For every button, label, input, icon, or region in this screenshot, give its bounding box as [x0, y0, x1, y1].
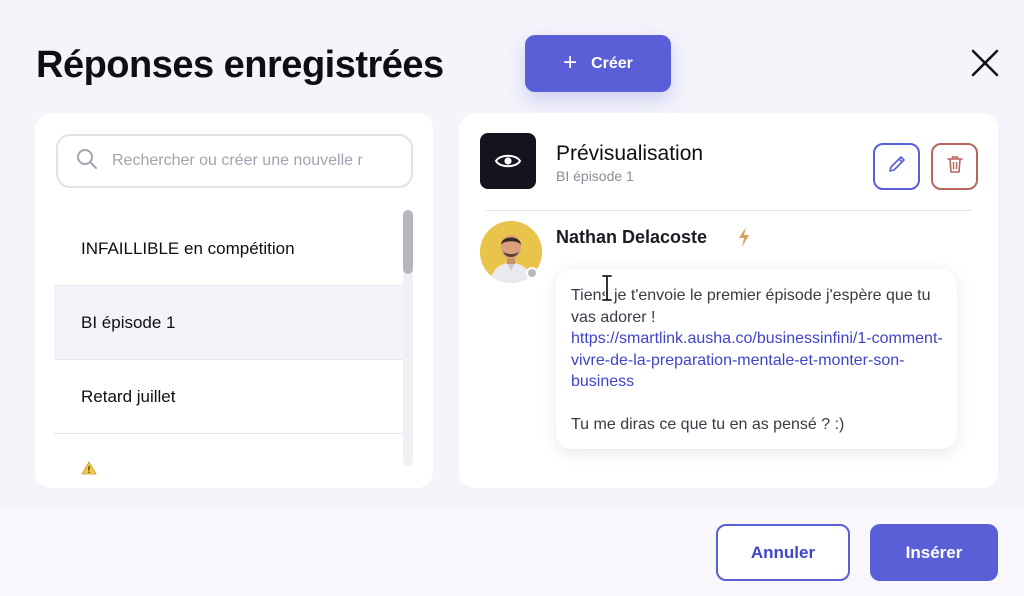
- list-item-label: INFAILLIBLE en compétition: [81, 238, 295, 258]
- preview-title: Prévisualisation: [556, 142, 704, 165]
- list-item-selected[interactable]: BI épisode 1: [54, 286, 404, 360]
- list-scrollbar[interactable]: [403, 210, 413, 466]
- list-item[interactable]: Retard juillet: [54, 360, 404, 434]
- search-icon: [76, 148, 98, 175]
- list-item-label: Retard juillet: [81, 386, 176, 406]
- edit-button[interactable]: [873, 143, 920, 190]
- search-input[interactable]: [112, 152, 402, 170]
- modal-title: Réponses enregistrées: [36, 44, 444, 86]
- preview-subtitle: BI épisode 1: [556, 168, 634, 184]
- close-icon[interactable]: [968, 46, 1002, 80]
- divider: [486, 210, 972, 211]
- saved-responses-panel: INFAILLIBLE en compétition BI épisode 1 …: [35, 113, 433, 488]
- eye-icon: [480, 133, 536, 189]
- create-button-label: Créer: [591, 54, 633, 72]
- message-bubble: Tiens je t'envoie le premier épisode j'e…: [556, 269, 957, 449]
- pencil-icon: [887, 154, 907, 179]
- sender-name: Nathan Delacoste: [556, 227, 708, 247]
- insert-button[interactable]: Insérer: [870, 524, 998, 581]
- list-item[interactable]: INFAILLIBLE en compétition: [54, 212, 404, 286]
- responses-list: INFAILLIBLE en compétition BI épisode 1 …: [54, 212, 404, 475]
- create-button[interactable]: + Créer: [525, 35, 671, 92]
- delete-button[interactable]: [931, 143, 978, 190]
- lightning-icon: [737, 226, 751, 253]
- warning-icon: [81, 460, 97, 480]
- message-outro: Tu me diras ce que tu en as pensé ? :): [571, 415, 845, 433]
- search-field[interactable]: [56, 134, 413, 188]
- list-scrollbar-thumb[interactable]: [403, 210, 413, 274]
- message-link[interactable]: https://smartlink.ausha.co/businessinfin…: [571, 328, 943, 393]
- preview-panel: Prévisualisation BI épisode 1 Nathan Del…: [459, 113, 998, 488]
- list-item[interactable]: [54, 434, 404, 475]
- status-dot: [526, 267, 538, 279]
- plus-icon: +: [563, 48, 578, 76]
- trash-icon: [945, 154, 965, 179]
- text-cursor-icon: [600, 274, 614, 302]
- list-item-label: BI épisode 1: [81, 312, 176, 332]
- cancel-button[interactable]: Annuler: [716, 524, 850, 581]
- message-intro: Tiens je t'envoie le premier épisode j'e…: [571, 287, 931, 326]
